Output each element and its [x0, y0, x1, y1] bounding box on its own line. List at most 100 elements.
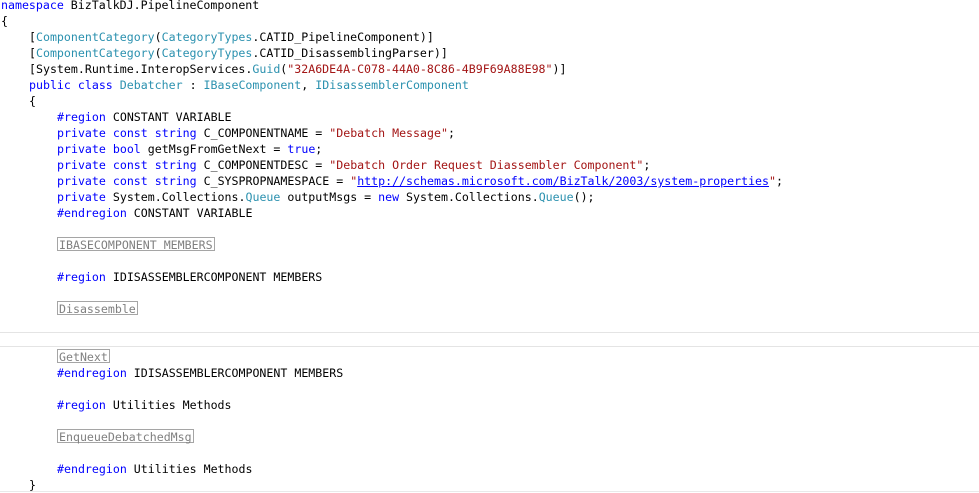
code-line-field: private System.Collections.Queue outputM…: [57, 189, 979, 205]
keyword: private: [57, 142, 106, 156]
semicolon: ;: [447, 126, 455, 140]
code-line-region: #region Utilities Methods: [57, 397, 979, 413]
namespace-path: System.Collections.: [105, 190, 246, 204]
code-line-collapsed-method: EnqueueDebatchedMsg: [57, 429, 979, 445]
constructor-call: ();: [573, 190, 595, 204]
collapsed-region-ibasecomponent[interactable]: IBASECOMPONENT MEMBERS: [57, 237, 215, 252]
type-name: CategoryTypes: [161, 30, 253, 44]
namespace-path: [System.Runtime.InteropServices.: [29, 62, 253, 76]
paren: (: [154, 46, 162, 60]
keyword: string: [154, 126, 197, 140]
code-line-class-declaration: public class Debatcher : IBaseComponent,…: [29, 77, 979, 93]
field-name: C_COMPONENTNAME =: [196, 126, 330, 140]
keyword: namespace: [1, 0, 64, 12]
keyword: const: [112, 174, 148, 188]
code-line-brace: {: [1, 13, 979, 29]
interface-name: IBaseComponent: [203, 78, 302, 92]
keyword: true: [287, 142, 316, 156]
field-name: C_COMPONENTDESC =: [196, 158, 330, 172]
region-name: IDISASSEMBLERCOMPONENT MEMBERS: [126, 366, 344, 380]
field-name: C_SYSPROPNAMESPACE =: [196, 174, 351, 188]
string-literal: "32A6DE4A-C078-44A0-8C86-4B9F69A88E98": [287, 62, 553, 76]
close-brace: }: [29, 478, 36, 492]
keyword: const: [112, 158, 148, 172]
code-line-field: private const string C_COMPONENTDESC = "…: [57, 157, 979, 173]
code-line-namespace: namespace BizTalkDJ.PipelineComponent: [1, 0, 979, 13]
code-line-region: #region IDISASSEMBLERCOMPONENT MEMBERS: [57, 269, 979, 285]
attribute-rest: .CATID_PipelineComponent)]: [252, 30, 434, 44]
region-name: CONSTANT VARIABLE: [105, 110, 232, 124]
editor-bottom-border: [0, 491, 979, 492]
semicolon: ;: [776, 174, 783, 188]
bracket: [: [29, 30, 36, 44]
open-brace: {: [1, 14, 8, 28]
namespace-path: System.Collections.: [399, 190, 539, 204]
code-editor[interactable]: namespace BizTalkDJ.PipelineComponent { …: [0, 0, 979, 493]
type-name: Guid: [252, 62, 281, 76]
code-line-guid-attribute: [System.Runtime.InteropServices.Guid("32…: [29, 61, 979, 77]
endregion-keyword: #endregion: [57, 462, 127, 476]
code-line-collapsed-method: GetNext: [57, 349, 979, 365]
type-name: Queue: [245, 190, 281, 204]
field-name: outputMsgs =: [280, 190, 379, 204]
keyword: bool: [112, 142, 141, 156]
collapsed-method-disassemble[interactable]: Disassemble: [57, 301, 138, 316]
code-line-endregion: #endregion IDISASSEMBLERCOMPONENT MEMBER…: [57, 365, 979, 381]
semicolon: ;: [315, 142, 323, 156]
code-line-collapsed-method: Disassemble: [57, 301, 979, 317]
collapsed-method-enqueuedebatchedmsg[interactable]: EnqueueDebatchedMsg: [57, 429, 194, 444]
code-line-attribute: [ComponentCategory(CategoryTypes.CATID_P…: [29, 29, 979, 45]
colon: :: [182, 78, 204, 92]
open-brace: {: [29, 94, 36, 108]
type-name: CategoryTypes: [161, 46, 253, 60]
bracket: [: [29, 46, 36, 60]
code-line-endregion: #endregion Utilities Methods: [57, 461, 979, 477]
keyword: string: [154, 174, 197, 188]
current-line-highlight: [0, 332, 979, 347]
code-line-brace: {: [29, 93, 979, 109]
semicolon: ;: [643, 158, 651, 172]
endregion-keyword: #endregion: [57, 366, 127, 380]
comma: ,: [301, 78, 316, 92]
region-name: CONSTANT VARIABLE: [126, 206, 253, 220]
collapsed-method-getnext[interactable]: GetNext: [57, 349, 110, 364]
keyword: class: [77, 78, 113, 92]
code-line-region: #region CONSTANT VARIABLE: [57, 109, 979, 125]
code-line-attribute: [ComponentCategory(CategoryTypes.CATID_D…: [29, 45, 979, 61]
attribute-rest: .CATID_DisassemblingParser)]: [252, 46, 448, 60]
code-line-field: private bool getMsgFromGetNext = true;: [57, 141, 979, 157]
attribute-rest: )]: [552, 62, 567, 76]
keyword: private: [57, 126, 106, 140]
quote: ": [769, 174, 776, 188]
type-name: Queue: [538, 190, 574, 204]
field-name: getMsgFromGetNext =: [140, 142, 288, 156]
class-name: Debatcher: [119, 78, 183, 92]
region-keyword: #region: [57, 110, 106, 124]
interface-name: IDisassemblerComponent: [315, 78, 469, 92]
keyword: new: [378, 190, 400, 204]
keyword: public: [29, 78, 71, 92]
code-line-endregion: #endregion CONSTANT VARIABLE: [57, 205, 979, 221]
keyword: private: [57, 174, 106, 188]
type-name: ComponentCategory: [35, 46, 155, 60]
type-name: ComponentCategory: [35, 30, 155, 44]
code-line-collapsed-region: IBASECOMPONENT MEMBERS: [57, 237, 979, 253]
string-literal: "Debatch Message": [329, 126, 448, 140]
url-link[interactable]: http://schemas.microsoft.com/BizTalk/200…: [357, 174, 769, 188]
region-name: Utilities Methods: [126, 462, 253, 476]
keyword: const: [112, 126, 148, 140]
endregion-keyword: #endregion: [57, 206, 127, 220]
code-line-field: private const string C_SYSPROPNAMESPACE …: [57, 173, 979, 189]
namespace-name: BizTalkDJ.PipelineComponent: [63, 0, 260, 12]
region-name: IDISASSEMBLERCOMPONENT MEMBERS: [105, 270, 323, 284]
keyword: string: [154, 158, 197, 172]
